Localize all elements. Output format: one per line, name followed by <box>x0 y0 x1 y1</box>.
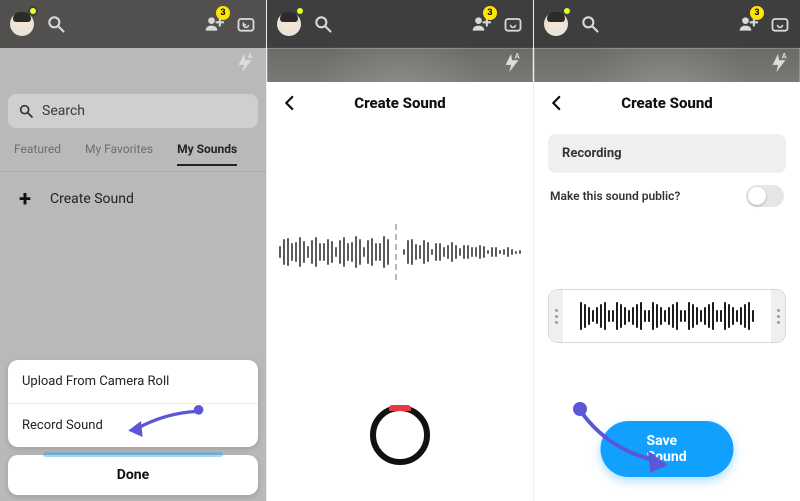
tab-featured[interactable]: Featured <box>14 136 61 165</box>
save-sound-button[interactable]: Save Sound <box>601 421 734 477</box>
presence-dot <box>295 6 305 16</box>
svg-text:A: A <box>515 52 520 60</box>
action-sheet: Upload From Camera Roll Record Sound Don… <box>8 360 258 495</box>
search-placeholder: Search <box>42 103 85 119</box>
panel-sound-picker: 3 A Search Featured My Favorites My Soun… <box>0 0 266 501</box>
trim-handle-left[interactable] <box>549 290 563 342</box>
sub-header: Create Sound <box>267 82 533 124</box>
svg-text:A: A <box>782 52 787 60</box>
search-icon[interactable] <box>313 14 333 34</box>
flip-camera-icon[interactable] <box>236 14 256 34</box>
flash-auto-icon[interactable]: A <box>501 52 523 74</box>
trim-handle-right[interactable] <box>771 290 785 342</box>
svg-text:A: A <box>248 52 253 60</box>
upload-from-camera-roll-button[interactable]: Upload From Camera Roll <box>8 360 258 404</box>
page-title: Create Sound <box>354 94 445 112</box>
tabs: Featured My Favorites My Sounds <box>0 136 266 172</box>
make-public-label: Make this sound public? <box>550 189 680 203</box>
add-friend-icon[interactable]: 3 <box>204 14 224 34</box>
badge-count: 3 <box>750 6 764 20</box>
tab-my-favorites[interactable]: My Favorites <box>85 136 153 165</box>
app-bar: 3 <box>267 0 533 48</box>
app-bar: 3 <box>534 0 800 48</box>
flash-auto-icon[interactable]: A <box>234 52 256 74</box>
search-input[interactable]: Search <box>8 94 258 128</box>
search-icon[interactable] <box>580 14 600 34</box>
waveform-playhead <box>395 224 397 280</box>
badge-count: 3 <box>483 6 497 20</box>
presence-dot <box>562 6 572 16</box>
search-icon <box>18 103 34 119</box>
sound-clip-trimmer[interactable] <box>548 289 786 343</box>
recording-name-field[interactable]: Recording <box>548 134 786 173</box>
flash-auto-icon[interactable]: A <box>768 52 790 74</box>
create-sound-label: Create Sound <box>50 191 134 207</box>
badge-count: 3 <box>216 6 230 20</box>
recording-waveform <box>281 224 519 280</box>
panel-create-sound-recording: 3 A Create Sound <box>266 0 534 501</box>
create-sound-row[interactable]: + Create Sound <box>0 172 266 226</box>
app-bar: 3 <box>0 0 266 48</box>
search-icon[interactable] <box>46 14 66 34</box>
back-button[interactable] <box>548 94 566 112</box>
sub-header: Create Sound <box>534 82 800 124</box>
avatar[interactable] <box>277 12 301 36</box>
tab-my-sounds[interactable]: My Sounds <box>177 136 237 166</box>
add-friend-icon[interactable]: 3 <box>471 14 491 34</box>
page-title: Create Sound <box>621 94 712 112</box>
three-panel-tutorial: 3 A Search Featured My Favorites My Soun… <box>0 0 800 501</box>
flip-camera-icon[interactable] <box>503 14 523 34</box>
presence-dot <box>28 6 38 16</box>
done-button[interactable]: Done <box>8 455 258 495</box>
add-friend-icon[interactable]: 3 <box>738 14 758 34</box>
camera-blur-strip <box>534 48 800 84</box>
avatar[interactable] <box>544 12 568 36</box>
camera-blur-strip <box>267 48 533 84</box>
panel-save-sound: 3 A Create Sound Recording Make this sou… <box>534 0 800 501</box>
make-public-row: Make this sound public? <box>550 185 784 207</box>
flip-camera-icon[interactable] <box>770 14 790 34</box>
record-sound-button[interactable]: Record Sound <box>8 404 258 447</box>
record-button[interactable] <box>370 405 430 465</box>
avatar[interactable] <box>10 12 34 36</box>
back-button[interactable] <box>281 94 299 112</box>
make-public-toggle[interactable] <box>746 185 784 207</box>
plus-icon: + <box>12 186 38 212</box>
